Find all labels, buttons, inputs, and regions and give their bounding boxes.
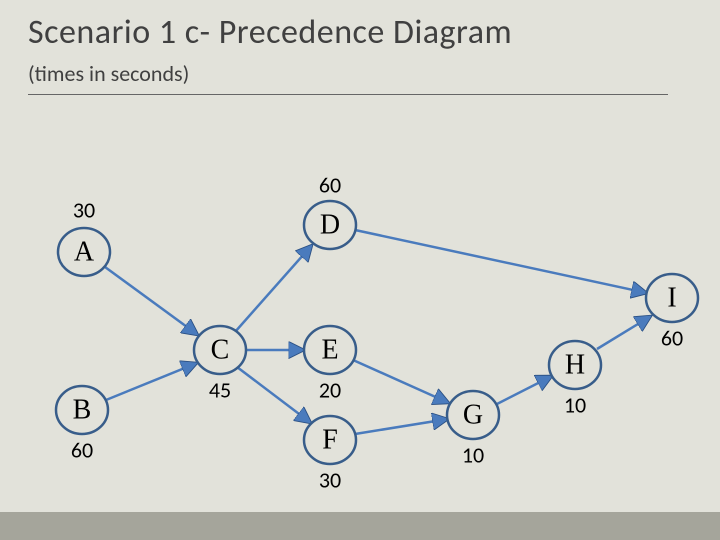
edge-B-C	[106, 363, 197, 400]
node-C-label: C	[211, 335, 230, 366]
node-I-label: I	[667, 283, 676, 314]
node-E-time: 20	[319, 377, 341, 404]
node-I: I 60	[646, 274, 698, 352]
nodes-group: A 30 B 60 C 45 D 60 E 20	[56, 172, 698, 494]
node-A: A 30	[58, 197, 110, 277]
node-D-label: D	[320, 210, 340, 241]
node-A-time: 30	[73, 197, 95, 224]
node-B-time: 60	[71, 437, 93, 464]
node-B-label: B	[73, 395, 92, 426]
node-B: B 60	[56, 386, 108, 464]
edge-C-D	[235, 245, 312, 332]
node-E-label: E	[321, 335, 338, 366]
node-C: C 45	[194, 326, 246, 404]
footer-band	[0, 512, 720, 540]
node-G-label: G	[463, 400, 483, 431]
node-E: E 20	[304, 326, 356, 404]
edge-A-C	[105, 267, 198, 335]
node-G-time: 10	[462, 442, 484, 469]
edge-C-F	[237, 367, 311, 423]
node-C-time: 45	[209, 377, 231, 404]
edge-F-G	[355, 419, 448, 434]
edge-G-H	[497, 376, 552, 404]
node-A-label: A	[74, 237, 95, 268]
node-H: H 10	[549, 341, 601, 419]
node-F-time: 30	[319, 467, 341, 494]
node-D: D 60	[304, 172, 356, 250]
node-G: G 10	[447, 391, 499, 469]
edge-E-G	[353, 360, 449, 403]
node-I-time: 60	[661, 325, 683, 352]
precedence-diagram: A 30 B 60 C 45 D 60 E 20	[0, 0, 720, 540]
node-F: F 30	[304, 416, 356, 494]
edge-H-I	[597, 316, 651, 349]
node-H-time: 10	[564, 392, 586, 419]
node-D-time: 60	[319, 172, 341, 199]
node-H-label: H	[565, 350, 585, 381]
edge-D-I	[355, 230, 647, 293]
node-F-label: F	[322, 425, 338, 456]
